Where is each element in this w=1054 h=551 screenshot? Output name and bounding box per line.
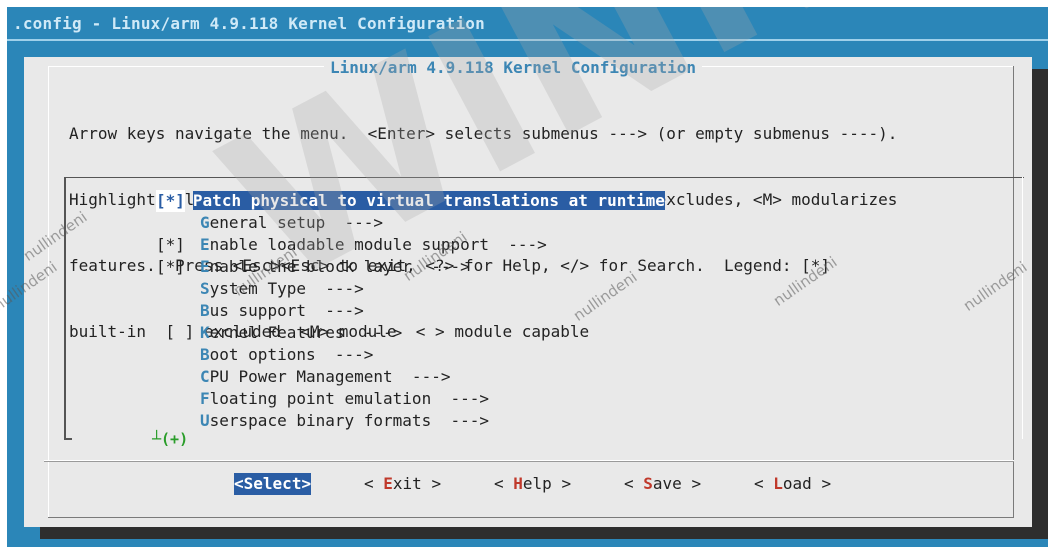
button-bracket: <: [234, 474, 244, 493]
menu-item[interactable]: General setup --->: [156, 212, 383, 234]
menu-item-hotkey: C: [200, 367, 210, 386]
menu-item-hotkey: B: [200, 345, 210, 364]
menu-item-text: atch physical to virtual translations at…: [202, 191, 665, 210]
menu-item-label: CPU Power Management --->: [200, 367, 450, 386]
button-hotkey: H: [513, 474, 523, 493]
button-0[interactable]: <Select>: [234, 473, 312, 495]
button-text: elect>: [253, 474, 312, 493]
menu-item[interactable]: Kernel Features --->: [156, 322, 402, 344]
menu-item-text: nable loadable module support --->: [209, 235, 547, 254]
button-text: xit >: [392, 474, 442, 493]
button-text: ave >: [652, 474, 702, 493]
button-text: oad >: [782, 474, 832, 493]
dialog-shadow-right: [1032, 69, 1048, 539]
button-bar: <Select> < Exit > < Help > < Save > < Load >: [24, 473, 1032, 497]
menu-item-label: Boot options --->: [200, 345, 373, 364]
menu-item-hotkey: S: [200, 279, 210, 298]
menu-item-hotkey: B: [200, 301, 210, 320]
menu-item-label: Userspace binary formats --->: [200, 411, 489, 430]
menuconfig-dialog: Linux/arm 4.9.118 Kernel Configuration A…: [24, 57, 1032, 527]
menu-item-label: Floating point emulation --->: [200, 389, 489, 408]
button-hotkey: L: [773, 474, 783, 493]
frame-bottom: [48, 517, 1014, 518]
menu-item-label: Patch physical to virtual translations a…: [192, 191, 665, 210]
button-hotkey: E: [383, 474, 393, 493]
button-divider-shadow: [44, 461, 1014, 462]
button-text: elp >: [522, 474, 572, 493]
menu-item-text: eneral setup --->: [209, 213, 384, 232]
terminal-screen: .config - Linux/arm 4.9.118 Kernel Confi…: [7, 7, 1048, 547]
button-hotkey: S: [243, 474, 254, 493]
menu-item[interactable]: CPU Power Management --->: [156, 366, 450, 388]
menu-list: [*] Patch physical to virtual translation…: [64, 177, 1024, 447]
menu-item[interactable]: Bus support --->: [156, 300, 364, 322]
menu-item-label: Kernel Features --->: [200, 323, 402, 342]
menu-item-label: Enable loadable module support --->: [200, 235, 547, 254]
button-bracket: <: [624, 474, 644, 493]
menu-item-label: System Type --->: [200, 279, 364, 298]
menu-item-text: us support --->: [209, 301, 364, 320]
button-4[interactable]: < Load >: [754, 473, 831, 495]
menu-item-state: [*]: [156, 190, 185, 212]
menu-item-hotkey: U: [200, 411, 210, 430]
menu-item-hotkey: K: [200, 323, 210, 342]
menu-item-text: loating point emulation --->: [209, 389, 489, 408]
menu-item-label: Bus support --->: [200, 301, 364, 320]
menu-item-hotkey: E: [200, 235, 210, 254]
button-bracket: <: [754, 474, 774, 493]
menu-border-left: [64, 177, 66, 439]
menu-item-text: PU Power Management --->: [209, 367, 451, 386]
dialog-shadow: [40, 527, 1048, 539]
menu-item-hotkey: E: [200, 257, 210, 276]
button-bracket: <: [364, 474, 384, 493]
window-title: .config - Linux/arm 4.9.118 Kernel Confi…: [13, 14, 485, 33]
menu-item[interactable]: [*] Enable loadable module support --->: [156, 234, 547, 256]
help-line: Arrow keys navigate the menu. <Enter> se…: [69, 124, 898, 143]
menu-item-text: oot options --->: [209, 345, 374, 364]
button-3[interactable]: < Save >: [624, 473, 701, 495]
button-bracket: <: [494, 474, 514, 493]
frame-left: [48, 66, 49, 518]
menu-item-text: ernel Features --->: [209, 323, 403, 342]
menu-border-bottom: [64, 438, 72, 440]
more-items-indicator: ┴(+): [152, 430, 189, 448]
menu-item-hotkey: G: [200, 213, 210, 232]
menu-item-text: serspace binary formats --->: [209, 411, 489, 430]
menu-border-top: [64, 177, 1024, 178]
dialog-title: Linux/arm 4.9.118 Kernel Configuration: [324, 59, 703, 77]
menu-item[interactable]: Floating point emulation --->: [156, 388, 489, 410]
menu-item[interactable]: Userspace binary formats --->: [156, 410, 489, 432]
button-1[interactable]: < Exit >: [364, 473, 441, 495]
menu-item-hotkey: F: [200, 389, 210, 408]
menu-item-state: [*]: [156, 257, 185, 276]
button-hotkey: S: [643, 474, 653, 493]
menu-item[interactable]: [*] Patch physical to virtual translation…: [156, 190, 665, 212]
menu-item-state: [*]: [156, 235, 185, 254]
menu-border-right: [1022, 177, 1023, 439]
menu-item-hotkey: P: [192, 191, 203, 210]
menu-item[interactable]: Boot options --->: [156, 344, 373, 366]
title-divider: [7, 39, 1048, 41]
button-2[interactable]: < Help >: [494, 473, 571, 495]
menu-item-label: General setup --->: [200, 213, 383, 232]
